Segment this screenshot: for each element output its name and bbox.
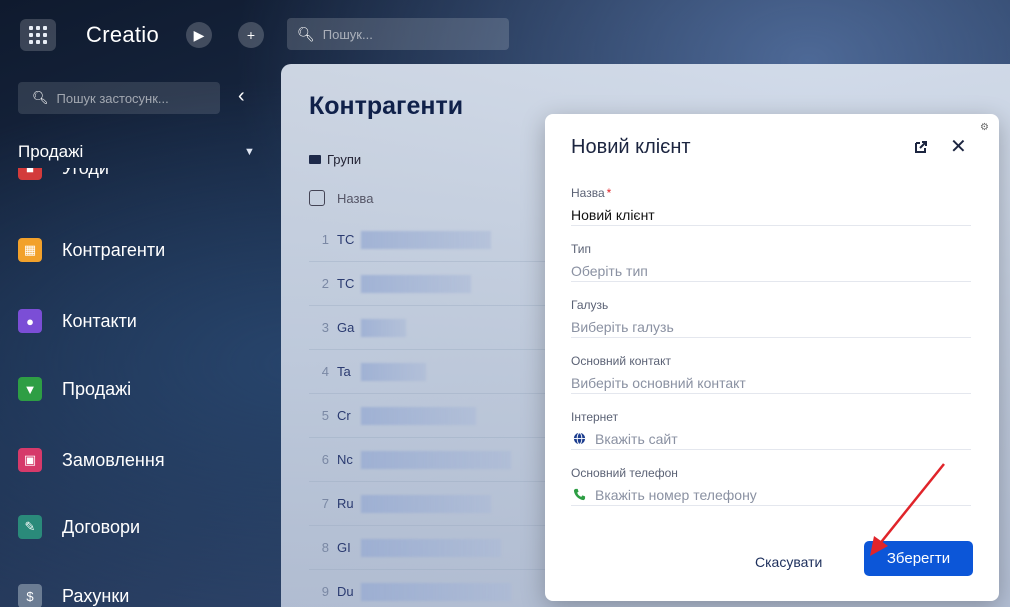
row-number: 2 [321, 276, 329, 291]
gear-icon[interactable]: ⚙ [980, 122, 989, 133]
blurred-content [361, 582, 511, 601]
sidebar-item-orders[interactable]: ▣ Замовлення [18, 448, 165, 472]
cancel-button[interactable]: Скасувати [755, 554, 822, 570]
row-name[interactable]: Nc [337, 452, 357, 467]
page-title: Контрагенти [309, 92, 464, 120]
row-name[interactable]: Du [337, 584, 357, 599]
contract-icon: ✎ [18, 515, 42, 539]
row-number: 6 [321, 452, 329, 467]
row-number: 9 [321, 584, 329, 599]
sidebar-item-contracts[interactable]: ✎ Договори [18, 515, 140, 539]
type-field-label: Тип [571, 242, 592, 256]
website-field-label: Інтернет [571, 410, 619, 424]
blurred-content [361, 274, 471, 293]
blurred-content [361, 362, 426, 381]
dialog-title: Новий клієнт [571, 136, 691, 158]
row-name[interactable]: GI [337, 540, 357, 555]
invoice-icon: $ [18, 584, 42, 607]
top-bar: Creatio ▶ + 🔍︎ Пошук... [0, 0, 1010, 64]
deals-icon: ■ [18, 168, 42, 180]
row-number: 8 [321, 540, 329, 555]
open-in-new-icon[interactable] [914, 140, 928, 154]
website-field-input[interactable]: Вкажіть сайт [571, 426, 971, 448]
annotation-arrow-icon [870, 463, 945, 556]
row-number: 4 [321, 364, 329, 379]
name-field-label: Назва * [571, 186, 612, 200]
row-number: 7 [321, 496, 329, 511]
search-icon: 🔍︎ [32, 90, 49, 105]
sidebar-item-label: Рахунки [62, 585, 130, 606]
primary-contact-field-label: Основний контакт [571, 354, 671, 368]
row-name[interactable]: Ga [337, 320, 357, 335]
blurred-content [361, 230, 491, 249]
sidebar-scroll-clip: ■ Угоди [0, 168, 280, 198]
blurred-content [361, 406, 476, 425]
sidebar-item-contacts[interactable]: ● Контакти [18, 309, 137, 333]
close-icon[interactable]: ✕ [950, 134, 967, 159]
select-all-checkbox[interactable] [309, 190, 325, 206]
grid-icon [29, 26, 47, 44]
phone-field-placeholder: Вкажіть номер телефону [595, 486, 757, 503]
sidebar-item-label: Контакти [62, 310, 137, 331]
row-number: 5 [321, 408, 329, 423]
primary-contact-field-placeholder[interactable]: Виберіть основний контакт [571, 370, 971, 392]
type-field[interactable]: Тип Оберіть тип [571, 242, 971, 282]
app-search-input[interactable]: 🔍︎ Пошук застосунк... [18, 82, 220, 114]
app-search-placeholder: Пошук застосунк... [56, 90, 169, 106]
row-name[interactable]: Ta [337, 364, 357, 379]
sidebar-item-deals[interactable]: ■ Угоди [18, 168, 109, 180]
funnel-icon: ▼ [18, 377, 42, 401]
row-number: 1 [321, 232, 329, 247]
industry-field[interactable]: Галузь Виберіть галузь [571, 298, 971, 338]
plus-icon: + [246, 27, 256, 43]
groups-label: Групи [327, 152, 362, 167]
primary-contact-field[interactable]: Основний контакт Виберіть основний конта… [571, 354, 971, 394]
type-field-placeholder[interactable]: Оберіть тип [571, 258, 971, 280]
blurred-content [361, 494, 491, 513]
sidebar-item-label: Угоди [62, 168, 109, 179]
industry-field-label: Галузь [571, 298, 609, 312]
row-name[interactable]: Cr [337, 408, 357, 423]
creatio-logo: Creatio [86, 22, 160, 47]
row-number: 3 [321, 320, 329, 335]
add-button[interactable]: + [238, 22, 264, 48]
website-field[interactable]: Інтернет Вкажіть сайт [571, 410, 971, 450]
name-field[interactable]: Назва * Новий клієнт [571, 186, 971, 226]
person-icon: ● [18, 309, 42, 333]
play-icon: ▶ [193, 26, 205, 43]
folder-icon [309, 155, 321, 164]
groups-button[interactable]: Групи [309, 152, 361, 167]
sidebar-item-label: Продажі [62, 378, 132, 399]
row-name[interactable]: TC [337, 276, 357, 291]
sidebar-item-label: Контрагенти [62, 239, 166, 260]
name-field-value[interactable]: Новий клієнт [571, 202, 971, 224]
sidebar-item-invoices[interactable]: $ Рахунки [18, 584, 129, 607]
phone-icon [571, 488, 587, 501]
column-header-name[interactable]: Назва [309, 190, 373, 206]
row-name[interactable]: TC [337, 232, 357, 247]
required-marker: * [606, 186, 612, 200]
app-launcher-button[interactable] [20, 19, 56, 51]
sidebar-item-label: Договори [62, 516, 141, 537]
global-search-placeholder: Пошук... [322, 26, 373, 42]
sidebar-section-title[interactable]: Продажі [18, 142, 83, 162]
website-field-placeholder: Вкажіть сайт [595, 430, 678, 447]
sidebar-item-sales[interactable]: ▼ Продажі [18, 377, 131, 401]
global-search-input[interactable]: 🔍︎ Пошук... [287, 18, 509, 50]
sidebar-item-accounts[interactable]: ▦ Контрагенти [18, 238, 165, 262]
row-name[interactable]: Ru [337, 496, 357, 511]
building-icon: ▦ [18, 238, 42, 262]
column-header-label: Назва [337, 190, 374, 206]
run-process-button[interactable]: ▶ [186, 22, 212, 48]
blurred-content [361, 450, 511, 469]
cart-icon: ▣ [18, 448, 42, 472]
blurred-content [361, 538, 501, 557]
globe-icon [571, 432, 587, 445]
collapse-sidebar-icon[interactable]: ‹ [238, 85, 245, 108]
blurred-content [361, 318, 406, 337]
search-icon: 🔍︎ [297, 25, 315, 42]
chevron-down-icon[interactable]: ▼ [244, 146, 255, 158]
industry-field-placeholder[interactable]: Виберіть галузь [571, 314, 971, 336]
sidebar-item-label: Замовлення [62, 449, 165, 470]
